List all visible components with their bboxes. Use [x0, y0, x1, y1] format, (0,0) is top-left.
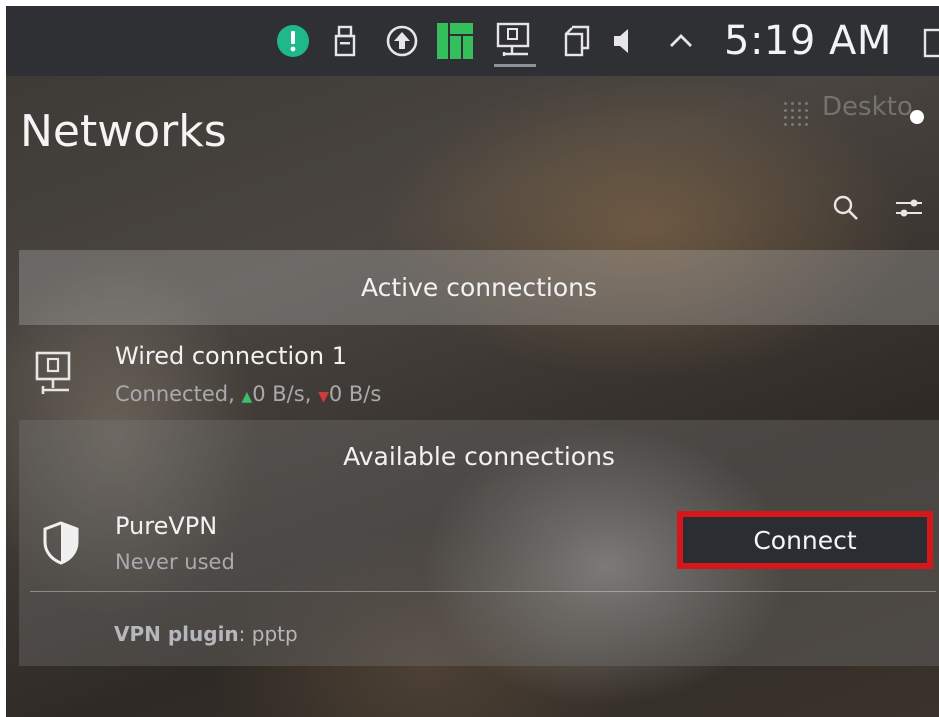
connection-name: PureVPN [115, 512, 218, 540]
search-icon[interactable] [832, 194, 860, 222]
connect-button-label: Connect [683, 517, 927, 563]
taskbar: 5:19 AM [6, 6, 939, 76]
connection-status: Connected, ▲0 B/s, ▼0 B/s [115, 382, 381, 406]
upload-arrow-icon: ▼ [318, 389, 329, 405]
vpn-plugin-info: VPN plugin: pptp [114, 622, 298, 646]
update-notifier-icon[interactable] [276, 24, 310, 58]
grid-icon [782, 100, 810, 128]
expand-tray-icon[interactable] [667, 24, 695, 58]
active-connections-header: Active connections [19, 250, 939, 325]
volume-icon[interactable] [611, 24, 635, 58]
network-wired-icon[interactable] [494, 20, 536, 68]
connect-button[interactable]: Connect [677, 511, 933, 569]
peek-desktop-label: Deskto [822, 92, 913, 122]
configure-icon[interactable] [894, 194, 924, 222]
clipboard-icon[interactable] [562, 24, 592, 58]
connection-status: Never used [115, 550, 235, 574]
page-title: Networks [20, 106, 227, 157]
upload-icon[interactable] [385, 24, 419, 58]
available-connections-header: Available connections [343, 442, 615, 471]
vpn-plugin-label: VPN plugin [114, 622, 239, 646]
upload-speed: 0 B/s [328, 382, 382, 406]
wired-connection-row[interactable]: Wired connection 1 Connected, ▲0 B/s, ▼0… [19, 326, 939, 418]
screen: 5:19 AM Deskto Networks Active connectio… [6, 6, 939, 717]
connection-name: Wired connection 1 [115, 342, 347, 370]
download-speed: 0 B/s, [252, 382, 312, 406]
vpn-plugin-value: : pptp [238, 622, 298, 646]
divider [30, 591, 936, 592]
usb-drive-icon[interactable] [333, 24, 357, 58]
network-wired-icon [35, 351, 71, 394]
download-arrow-icon: ▲ [241, 389, 253, 405]
desktop-edge-icon[interactable] [923, 26, 939, 60]
vpn-shield-icon [43, 521, 79, 565]
manjaro-logo-icon[interactable] [434, 20, 476, 62]
clock[interactable]: 5:19 AM [724, 18, 892, 64]
indicator-dot [910, 110, 924, 124]
status-prefix: Connected, [115, 382, 235, 406]
